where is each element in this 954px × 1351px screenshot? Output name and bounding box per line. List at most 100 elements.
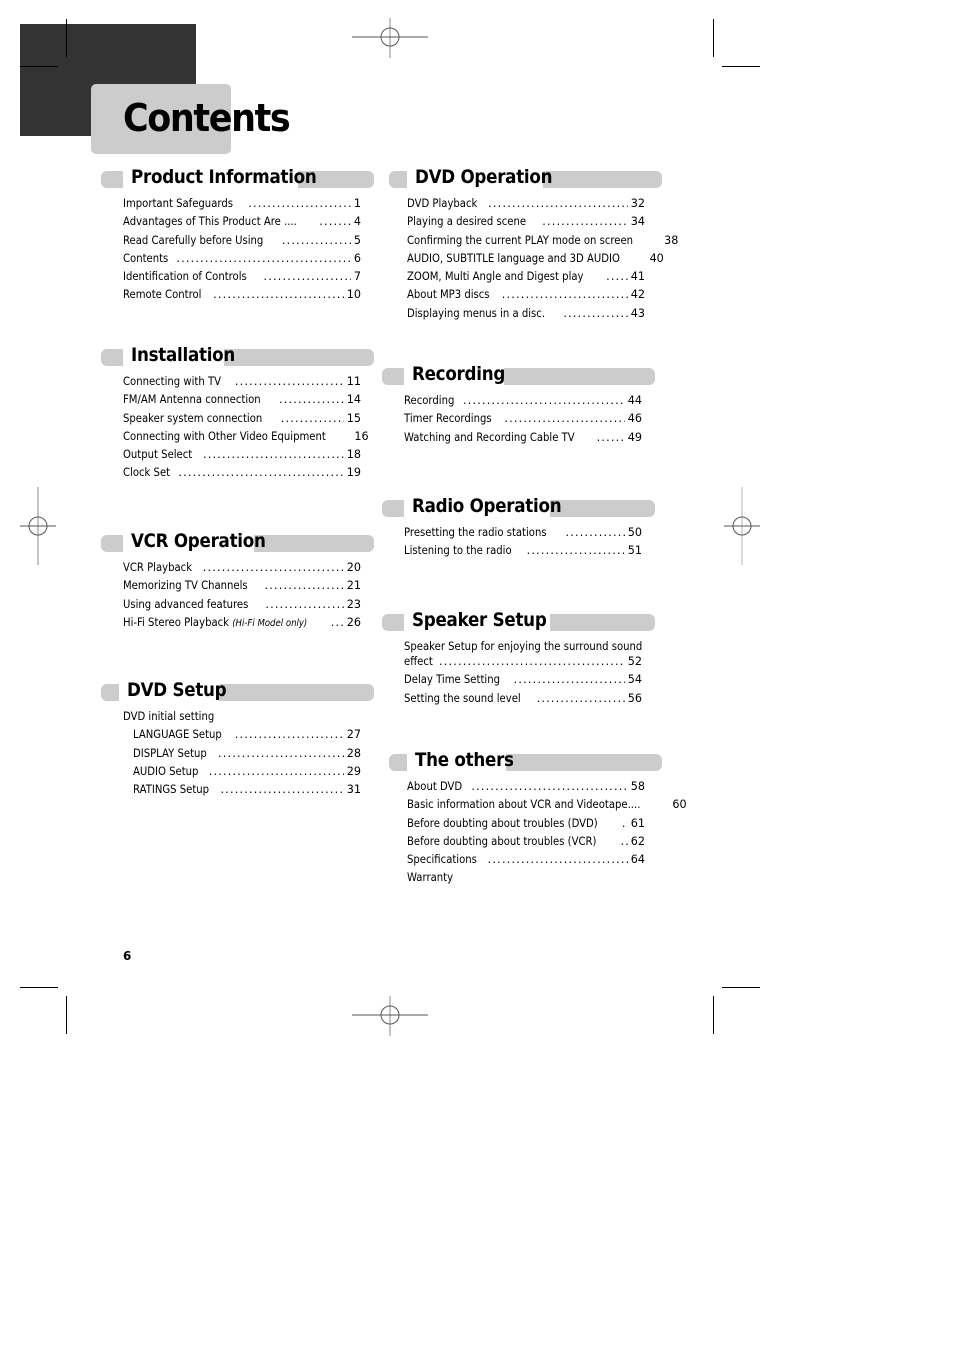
toc-entry[interactable]: Presetting the radio stations50	[404, 526, 642, 544]
toc-entry[interactable]: Basic information about VCR and Videotap…	[407, 798, 687, 816]
section-title: DVD Setup	[127, 679, 227, 701]
header-bar-left	[389, 754, 407, 771]
section-header: Recording	[382, 363, 658, 386]
header-bar-right	[219, 684, 374, 701]
header-bar-left	[382, 368, 404, 385]
header-bar-left	[382, 500, 404, 517]
toc-entry[interactable]: ZOOM, Multi Angle and Digest play41	[407, 270, 645, 288]
toc-entry[interactable]: Specifications64	[407, 853, 645, 871]
toc-entry[interactable]: Playing a desired scene34	[407, 215, 645, 233]
header-bar-right	[550, 614, 655, 631]
model-note: (Hi-Fi Model only)	[232, 617, 308, 629]
section-installation: Installation Connecting with TV11 FM/AM …	[101, 344, 377, 485]
toc-entry[interactable]: VCR Playback20	[123, 561, 361, 579]
header-bar-right	[506, 754, 662, 771]
section-vcr-operation: VCR Operation VCR Playback20 Memorizing …	[101, 530, 377, 634]
crop-mark-icon	[20, 66, 58, 67]
crop-mark-icon	[722, 66, 760, 67]
section-header: Radio Operation	[382, 495, 658, 518]
header-bar-right	[224, 349, 374, 366]
toc-entry[interactable]: AUDIO Setup29	[123, 765, 361, 783]
registration-mark-icon	[724, 487, 760, 565]
toc-entry[interactable]: Contents6	[123, 252, 361, 270]
section-header: VCR Operation	[101, 530, 377, 553]
toc-entry[interactable]: Confirming the current PLAY mode on scre…	[407, 234, 678, 252]
header-bar-right	[543, 171, 662, 188]
toc-entry-line1[interactable]: Speaker Setup for enjoying the surround …	[404, 640, 642, 655]
toc-entry[interactable]: Displaying menus in a disc.43	[407, 307, 645, 325]
header-bar-left	[382, 614, 404, 631]
toc-entry[interactable]: Clock Set19	[123, 466, 361, 484]
crop-mark-icon	[722, 987, 760, 988]
toc-entry[interactable]: Output Select18	[123, 448, 361, 466]
toc-entry[interactable]: Recording44	[404, 394, 642, 412]
toc-entry[interactable]: RATINGS Setup31	[123, 783, 361, 801]
crop-mark-icon	[66, 19, 67, 57]
section-title: The others	[415, 749, 514, 771]
header-bar-left	[101, 171, 123, 188]
section-radio-operation: Radio Operation Presetting the radio sta…	[382, 495, 658, 563]
section-header: DVD Operation	[389, 166, 665, 189]
toc-entry[interactable]: Timer Recordings46	[404, 412, 642, 430]
section-dvd-operation: DVD Operation DVD Playback32 Playing a d…	[389, 166, 678, 325]
toc-entry[interactable]: DVD Playback32	[407, 197, 645, 215]
toc-entry[interactable]: LANGUAGE Setup27	[123, 728, 361, 746]
page-title: Contents	[123, 96, 291, 140]
section-header: Speaker Setup	[382, 609, 658, 632]
toc-entry[interactable]: Watching and Recording Cable TV49	[404, 431, 642, 449]
header-bar-right	[550, 500, 655, 517]
section-title: Speaker Setup	[412, 609, 547, 631]
toc-entry[interactable]: Remote Control10	[123, 288, 361, 306]
toc-entry[interactable]: Hi-Fi Stereo Playback (Hi-Fi Model only)…	[123, 616, 361, 634]
toc-entry[interactable]: Memorizing TV Channels21	[123, 579, 361, 597]
crop-mark-icon	[713, 996, 714, 1034]
toc-entry[interactable]: Using advanced features23	[123, 598, 361, 616]
crop-mark-icon	[20, 987, 58, 988]
header-bar-right	[254, 535, 374, 552]
section-product-information: Product Information Important Safeguards…	[101, 166, 377, 307]
toc-entry[interactable]: Speaker system connection15	[123, 412, 361, 430]
toc-entry[interactable]: Delay Time Setting54	[404, 673, 642, 691]
toc-entry[interactable]: Before doubting about troubles (VCR)62	[407, 835, 645, 853]
header-bar-left	[101, 349, 123, 366]
header-bar-left	[101, 535, 123, 552]
toc-entry[interactable]: Setting the sound level56	[404, 692, 642, 710]
toc-entry[interactable]: Listening to the radio51	[404, 544, 642, 562]
section-title: Installation	[131, 344, 236, 366]
crop-mark-icon	[66, 996, 67, 1034]
registration-mark-icon	[352, 18, 428, 58]
toc-entry[interactable]: effect52	[404, 655, 642, 673]
toc-entry[interactable]: Advantages of This Product Are ....4	[123, 215, 361, 233]
registration-mark-icon	[20, 487, 56, 565]
page-number: 6	[123, 949, 132, 963]
section-recording: Recording Recording44 Timer Recordings46…	[382, 363, 658, 449]
toc-entry[interactable]: DISPLAY Setup28	[123, 747, 361, 765]
toc-entry[interactable]: Identification of Controls7	[123, 270, 361, 288]
toc-entry[interactable]: About DVD58	[407, 780, 645, 798]
section-speaker-setup: Speaker Setup Speaker Setup for enjoying…	[382, 609, 658, 710]
toc-entry[interactable]: Before doubting about troubles (DVD)61	[407, 817, 645, 835]
section-title: VCR Operation	[131, 530, 266, 552]
header-bar-right	[504, 368, 655, 385]
toc-group-label: DVD initial setting	[123, 710, 215, 723]
header-bar-left	[389, 171, 407, 188]
toc-entry[interactable]: Read Carefully before Using5	[123, 234, 361, 252]
toc-entry[interactable]: Important Safeguards1	[123, 197, 361, 215]
registration-mark-icon	[352, 996, 428, 1036]
section-title: DVD Operation	[415, 166, 553, 188]
section-header: Installation	[101, 344, 377, 367]
toc-entry[interactable]: Connecting with TV11	[123, 375, 361, 393]
section-title: Recording	[412, 363, 506, 385]
toc-entry[interactable]: FM/AM Antenna connection14	[123, 393, 361, 411]
toc-entry[interactable]: AUDIO, SUBTITLE language and 3D AUDIO 40	[407, 252, 664, 270]
section-title: Radio Operation	[412, 495, 562, 517]
section-header: Product Information	[101, 166, 377, 189]
toc-entry[interactable]: About MP3 discs42	[407, 288, 645, 306]
section-dvd-setup: DVD Setup DVD initial setting LANGUAGE S…	[101, 679, 377, 801]
toc-entry[interactable]: Warranty	[407, 871, 645, 889]
crop-mark-icon	[713, 19, 714, 57]
section-title: Product Information	[131, 166, 317, 188]
toc-entry[interactable]: Connecting with Other Video Equipment 16	[123, 430, 369, 448]
section-header: DVD Setup	[101, 679, 377, 702]
header-bar-left	[101, 684, 119, 701]
